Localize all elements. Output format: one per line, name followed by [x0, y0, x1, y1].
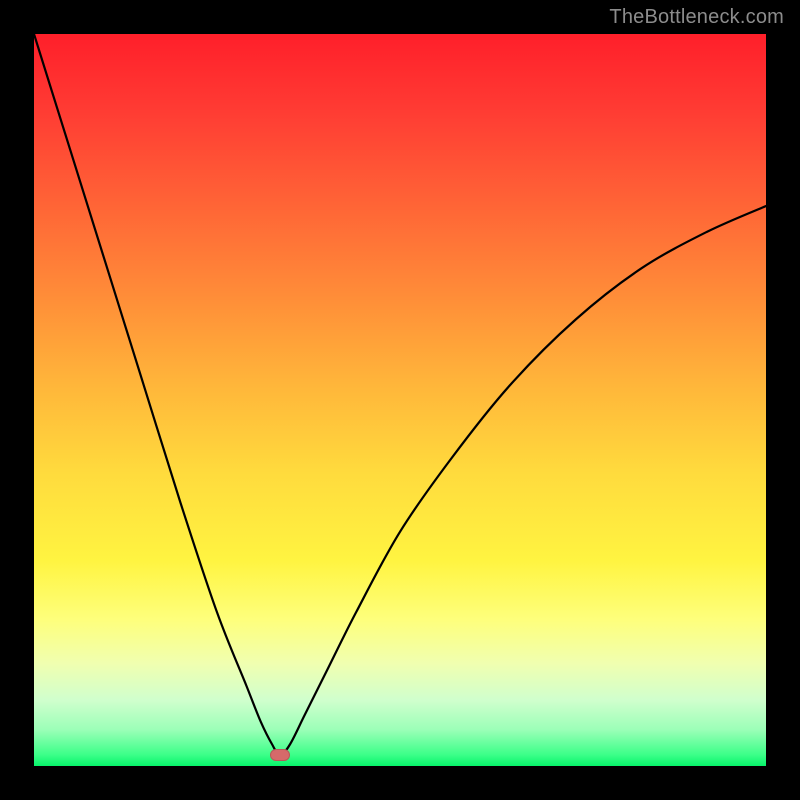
bottleneck-marker	[270, 749, 290, 761]
bottleneck-curve	[34, 34, 766, 766]
plot-area	[34, 34, 766, 766]
watermark-text: TheBottleneck.com	[609, 6, 784, 29]
outer-frame: TheBottleneck.com	[0, 0, 800, 800]
